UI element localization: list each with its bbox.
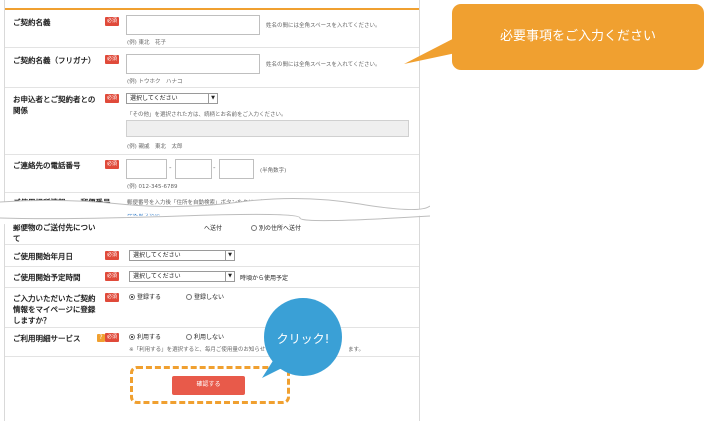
start-time-row: ご使用開始予定時間 必須 選択してください ▼ 時頃から使用予定: [5, 267, 419, 288]
phone-input-1[interactable]: [126, 159, 167, 179]
chevron-down-icon: ▼: [225, 272, 234, 281]
radio-icon: [186, 294, 192, 300]
relationship-select[interactable]: 選択してください ▼: [126, 93, 218, 104]
phone-input-2[interactable]: [175, 159, 212, 179]
phone-row: ご連絡先の電話番号 必須 - - (半角数字) (例) 012-345-6789: [5, 155, 419, 193]
required-badge: 必須: [105, 94, 119, 103]
phone-separator: -: [213, 164, 216, 172]
mypage-label: ご入力いただいたご契約情報をマイページに登録しますか？: [13, 294, 96, 325]
billing-service-note-tail: ます。: [348, 347, 364, 353]
billing-service-note: ※「利用する」を選択すると、毎月ご使用量のお知らせ: [129, 347, 266, 353]
relationship-row: お申込者とご契約者との関係 必須 選択してください ▼ 「その他」を選択された方…: [5, 88, 419, 155]
chevron-down-icon: ▼: [208, 94, 217, 103]
required-badge: 必須: [105, 293, 119, 302]
required-badge: 必須: [105, 160, 119, 169]
billing-use-label: 利用する: [137, 334, 162, 341]
click-bubble-text: クリック!: [276, 332, 330, 346]
required-badge: 必須: [105, 17, 119, 26]
start-date-select[interactable]: 選択してください ▼: [129, 250, 235, 261]
contract-kana-row: ご契約名義（フリガナ） 必須 姓名の間には全角スペースを入れてください。 (例)…: [5, 48, 419, 88]
billing-use-radio[interactable]: 利用する: [129, 333, 161, 342]
start-date-select-value: 選択してください: [133, 252, 181, 259]
required-badge: 必須: [105, 251, 119, 260]
mypage-no-register-label: 登録しない: [194, 294, 225, 301]
phone-input-3[interactable]: [219, 159, 254, 179]
contract-name-label: ご契約名義: [13, 18, 51, 27]
phone-example: (例) 012-345-6789: [127, 184, 178, 190]
relationship-other-input[interactable]: [126, 120, 409, 137]
chevron-down-icon: ▼: [225, 251, 234, 260]
contract-kana-example: (例) トウホク ハナコ: [127, 79, 183, 85]
billing-no-use-radio[interactable]: 利用しない: [186, 333, 224, 342]
start-time-label: ご使用開始予定時間: [13, 273, 81, 282]
billing-service-label: ご利用明細サービス: [13, 334, 81, 343]
contract-kana-note: 姓名の間には全角スペースを入れてください。: [266, 62, 381, 68]
required-badge: 必須: [105, 272, 119, 281]
contract-name-example: (例) 東北 花子: [127, 40, 167, 46]
billing-no-use-label: 利用しない: [194, 334, 225, 341]
billing-service-row: ご利用明細サービス ? 必須 利用する 利用しない ※「利用する」を選択すると、…: [5, 328, 419, 357]
confirm-button[interactable]: 確認する: [172, 376, 245, 395]
contract-kana-label: ご契約名義（フリガナ）: [13, 56, 96, 65]
mypage-register-label: 登録する: [137, 294, 162, 301]
relationship-note: 「その他」を選択された方は、続柄とお名前をご入力ください。: [127, 112, 287, 118]
start-time-select[interactable]: 選択してください ▼: [129, 271, 235, 282]
start-date-label: ご使用開始年月日: [13, 252, 73, 261]
contract-name-row: ご契約名義 必須 姓名の間には全角スペースを入れてください。 (例) 東北 花子: [5, 10, 419, 48]
mypage-no-register-radio[interactable]: 登録しない: [186, 293, 224, 302]
mypage-register-radio[interactable]: 登録する: [129, 293, 161, 302]
instruction-callout-text: 必要事項をご入力ください: [499, 29, 656, 44]
relationship-select-value: 選択してください: [130, 95, 178, 102]
contract-name-input[interactable]: [126, 15, 260, 35]
required-badge: 必須: [105, 55, 119, 64]
page-tear-divider: [0, 197, 430, 225]
contract-name-note: 姓名の間には全角スペースを入れてください。: [266, 23, 381, 29]
start-time-note: 時頃から使用予定: [240, 275, 289, 282]
required-badge: 必須: [105, 333, 119, 342]
start-date-row: ご使用開始年月日 必須 選択してください ▼: [5, 245, 419, 267]
phone-note: (半角数字): [260, 168, 287, 174]
mypage-row: ご入力いただいたご契約情報をマイページに登録しますか？ 必須 登録する 登録しな…: [5, 288, 419, 328]
contract-kana-input[interactable]: [126, 54, 260, 74]
phone-label: ご連絡先の電話番号: [13, 161, 81, 170]
instruction-callout: 必要事項をご入力ください: [452, 4, 704, 70]
relationship-label: お申込者とご契約者との関係: [13, 95, 96, 115]
start-time-select-value: 選択してください: [133, 273, 181, 280]
radio-selected-icon: [129, 294, 135, 300]
radio-selected-icon: [129, 334, 135, 340]
help-icon[interactable]: ?: [97, 334, 105, 342]
relationship-example: (例) 親戚 東北 太郎: [127, 144, 183, 150]
phone-separator: -: [169, 164, 172, 172]
radio-icon: [186, 334, 192, 340]
